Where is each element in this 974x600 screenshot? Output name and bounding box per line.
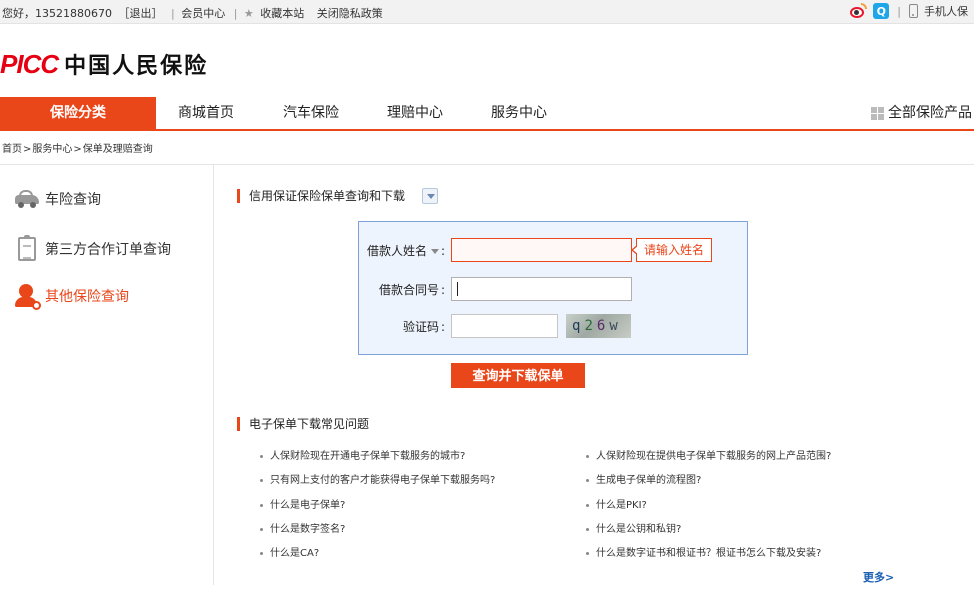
borrower-name-row: 借款人姓名: 请输入姓名	[359, 238, 713, 262]
title-bar-marker	[237, 188, 240, 203]
chevron-down-icon[interactable]	[422, 187, 439, 204]
nav-claims-center[interactable]: 理赔中心	[387, 97, 443, 129]
bookmark-link[interactable]: 收藏本站	[260, 7, 304, 20]
borrower-name-input[interactable]	[451, 238, 632, 262]
faq-item[interactable]: 什么是数字签名?	[260, 520, 345, 535]
faq-item[interactable]: 什么是CA?	[260, 544, 319, 559]
weibo-icon[interactable]	[849, 3, 868, 19]
captcha-label: 验证码:	[402, 319, 445, 334]
logo-name: 中国人民保险	[64, 54, 209, 79]
captcha-row: 验证码: q26w	[359, 314, 631, 338]
borrower-name-error-tip: 请输入姓名	[630, 238, 713, 262]
sidebar-item-other-insurance[interactable]: 其他保险查询	[15, 284, 129, 310]
sidebar-item-label: 其他保险查询	[45, 289, 129, 305]
site-logo[interactable]: PICC 中国人民保险	[0, 48, 208, 80]
breadcrumb-separator: >	[73, 144, 82, 155]
top-bar-left: 您好，13521880670 ［退出］ | 会员中心 | ★ 收藏本站 关闭隐私…	[2, 5, 386, 21]
car-icon	[15, 190, 39, 208]
faq-title: 电子保单下载常见问题	[237, 415, 369, 432]
separator: |	[897, 4, 901, 18]
nav-all-products[interactable]: 全部保险产品	[871, 97, 972, 129]
faq-item[interactable]: 生成电子保单的流程图?	[586, 471, 701, 486]
faq-item[interactable]: 只有网上支付的客户才能获得电子保单下载服务吗?	[260, 471, 495, 486]
greeting-text: 您好，13521880670	[2, 7, 112, 20]
sidebar-item-label: 第三方合作订单查询	[45, 242, 171, 258]
all-products-label: 全部保险产品	[888, 105, 972, 121]
logout-link[interactable]: ［退出］	[118, 7, 162, 20]
qq-icon[interactable]: Q	[873, 3, 890, 19]
separator: |	[170, 7, 175, 20]
content-area: 车险查询 第三方合作订单查询 其他保险查询 信用保证保险保单查询和下载 借款人姓…	[0, 164, 974, 600]
captcha-input[interactable]	[451, 314, 558, 338]
nav-service-center[interactable]: 服务中心	[491, 97, 547, 129]
borrower-name-label: 借款人姓名:	[366, 243, 445, 258]
breadcrumb-service-center[interactable]: 服务中心	[32, 144, 72, 155]
breadcrumb: 首页>服务中心>保单及理赔查询	[2, 140, 154, 155]
main-nav: 保险分类 商城首页 汽车保险 理赔中心 服务中心 全部保险产品	[0, 97, 974, 131]
separator: |	[233, 7, 238, 20]
privacy-link[interactable]: 关闭隐私政策	[317, 7, 383, 20]
faq-item[interactable]: 什么是公钥和私钥?	[586, 520, 681, 535]
top-bar: 您好，13521880670 ［退出］ | 会员中心 | ★ 收藏本站 关闭隐私…	[0, 0, 974, 24]
sidebar: 车险查询 第三方合作订单查询 其他保险查询	[0, 165, 214, 585]
sidebar-item-auto-query[interactable]: 车险查询	[15, 189, 101, 209]
captcha-image[interactable]: q26w	[566, 314, 631, 338]
faq-item[interactable]: 什么是PKI?	[586, 496, 647, 511]
breadcrumb-current: 保单及理赔查询	[82, 144, 153, 155]
star-icon: ★	[243, 7, 254, 20]
sidebar-item-label: 车险查询	[45, 192, 101, 208]
faq-item[interactable]: 人保财险现在开通电子保单下载服务的城市?	[260, 447, 465, 462]
contract-number-input[interactable]	[451, 277, 632, 301]
contract-number-row: 借款合同号:	[359, 277, 632, 301]
title-bar-marker	[237, 416, 240, 431]
section-title-text: 信用保证保险保单查询和下载	[249, 189, 406, 203]
clipboard-icon	[18, 235, 36, 261]
triangle-down-icon[interactable]	[430, 248, 439, 254]
mobile-link[interactable]: 手机人保	[924, 3, 968, 19]
grid-icon	[871, 106, 884, 120]
more-link[interactable]: 更多>	[863, 569, 894, 585]
nav-auto-insurance[interactable]: 汽车保险	[283, 97, 339, 129]
faq-item[interactable]: 什么是数字证书和根证书？根证书怎么下载及安装?	[586, 544, 821, 559]
nav-mall-home[interactable]: 商城首页	[178, 97, 234, 129]
query-form: 借款人姓名: 请输入姓名 借款合同号: 验证码: q26w	[358, 221, 748, 355]
query-download-button[interactable]: 查询并下载保单	[451, 363, 585, 388]
logo-brand: PICC	[0, 48, 59, 79]
text-caret	[457, 282, 458, 296]
sidebar-item-third-party-orders[interactable]: 第三方合作订单查询	[15, 235, 171, 261]
member-center-link[interactable]: 会员中心	[181, 7, 225, 20]
breadcrumb-home[interactable]: 首页	[2, 144, 22, 155]
breadcrumb-separator: >	[23, 144, 32, 155]
contract-number-label: 借款合同号:	[378, 282, 445, 297]
person-search-icon	[15, 284, 41, 310]
faq-title-text: 电子保单下载常见问题	[249, 417, 370, 431]
faq-item[interactable]: 什么是电子保单?	[260, 496, 345, 511]
faq-item[interactable]: 人保财险现在提供电子保单下载服务的网上产品范围?	[586, 447, 831, 462]
top-bar-right: Q | 手机人保	[849, 3, 968, 19]
section-title: 信用保证保险保单查询和下载	[237, 187, 439, 204]
mobile-phone-icon	[909, 4, 918, 18]
nav-insurance-categories[interactable]: 保险分类	[0, 97, 156, 129]
